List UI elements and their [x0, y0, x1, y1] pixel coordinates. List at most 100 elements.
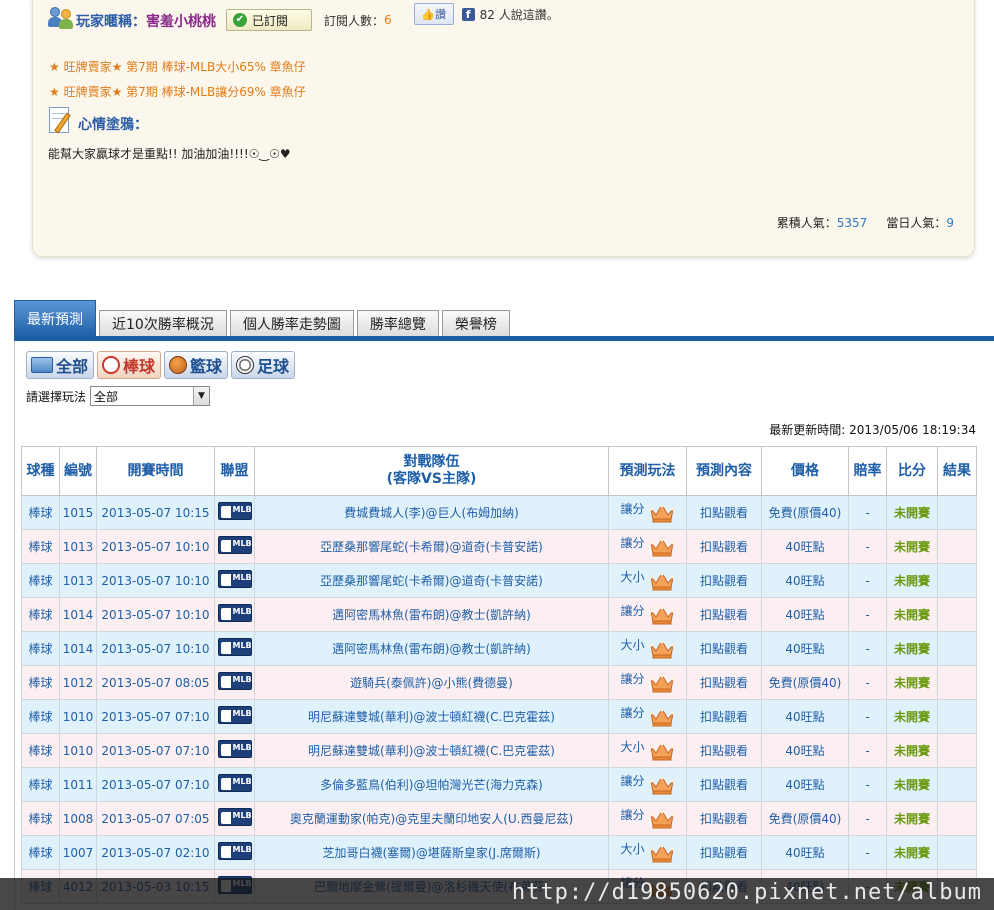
table-row: 棒球10072013-05-07 02:10 芝加哥白襪(塞爾)@堪薩斯皇家(J.… — [21, 835, 977, 870]
subscriber-count: 6 — [384, 13, 392, 27]
cell-content[interactable]: 扣點觀看 — [686, 835, 762, 870]
header-match-line1: 對戰隊伍 — [403, 454, 460, 470]
cell-match[interactable]: 奧克蘭運動家(帕克)@克里夫蘭印地安人(U.西曼尼茲) — [254, 801, 609, 836]
cell-result — [937, 495, 977, 530]
cell-content[interactable]: 扣點觀看 — [686, 767, 762, 802]
tab-latest-predictions[interactable]: 最新預測 — [14, 300, 96, 337]
nickname[interactable]: 害羞小桃桃 — [146, 11, 216, 31]
cell-content[interactable]: 扣點觀看 — [686, 631, 762, 666]
cell-league — [214, 665, 255, 700]
table-row: 棒球10122013-05-07 08:05 遊騎兵(泰佩許)@小熊(費德曼) 讓分… — [21, 665, 977, 700]
like-count: 82 人說這讚。 — [479, 7, 559, 22]
cell-odds: - — [848, 631, 887, 666]
tab-recent-10-winrate[interactable]: 近10次勝率概況 — [99, 310, 227, 337]
table-row: 棒球10132013-05-07 10:10 亞歷桑那響尾蛇(卡希爾)@道奇(卡普… — [21, 529, 977, 564]
award-line-2[interactable]: ★ 旺牌賣家★ 第7期 棒球-MLB讓分69% 章魚仔 — [49, 83, 306, 100]
mlb-logo-icon — [217, 672, 252, 690]
cell-league — [214, 631, 255, 666]
nickname-label: 玩家暱稱： — [76, 14, 146, 30]
cell-sport: 棒球 — [21, 801, 60, 836]
award-line-1[interactable]: ★ 旺牌賣家★ 第7期 棒球-MLB大小65% 章魚仔 — [49, 58, 306, 75]
cell-sport: 棒球 — [21, 495, 60, 530]
cell-id: 1008 — [59, 801, 97, 836]
sport-basketball-button[interactable]: 籃球 — [164, 351, 229, 379]
sport-baseball-button[interactable]: 棒球 — [97, 351, 162, 379]
like-button[interactable]: 👍 讚 — [413, 3, 454, 25]
cell-match[interactable]: 芝加哥白襪(塞爾)@堪薩斯皇家(J.席爾斯) — [254, 835, 609, 870]
table-row: 棒球10132013-05-07 10:10 亞歷桑那響尾蛇(卡希爾)@道奇(卡普… — [21, 563, 977, 598]
cell-league — [214, 801, 255, 836]
cell-match[interactable]: 遊騎兵(泰佩許)@小熊(費德曼) — [254, 665, 609, 700]
cell-odds: - — [848, 597, 887, 632]
cell-start-time: 2013-05-07 10:10 — [96, 529, 215, 564]
cell-id: 1013 — [59, 563, 97, 598]
sport-filter: 全部 棒球 籃球 足球 — [26, 351, 298, 379]
table-row: 棒球10112013-05-07 07:10 多倫多藍鳥(伯利)@坦帕灣光芒(海力… — [21, 767, 977, 802]
cell-league — [214, 529, 255, 564]
cell-match[interactable]: 邁阿密馬林魚(雷布朗)@教士(凱許納) — [254, 631, 609, 666]
cell-league — [214, 733, 255, 768]
play-type-select[interactable]: 全部 ▼ — [90, 386, 211, 406]
cell-score: 未開賽 — [886, 529, 938, 564]
cell-match[interactable]: 亞歷桑那響尾蛇(卡希爾)@道奇(卡普安諾) — [254, 529, 609, 564]
cell-content[interactable]: 扣點觀看 — [686, 733, 762, 768]
total-pop: 5357 — [836, 216, 868, 230]
cell-odds: - — [848, 665, 887, 700]
cell-content[interactable]: 扣點觀看 — [686, 597, 762, 632]
cell-content[interactable]: 扣點觀看 — [686, 699, 762, 734]
mlb-logo-icon — [217, 536, 252, 554]
cell-result — [937, 733, 977, 768]
cell-match[interactable]: 亞歷桑那響尾蛇(卡希爾)@道奇(卡普安諾) — [254, 563, 609, 598]
sport-soccer-button[interactable]: 足球 — [231, 351, 296, 379]
daily-pop-label: 當日人氣： — [886, 216, 947, 230]
basketball-icon — [169, 356, 188, 374]
cell-result — [937, 767, 977, 802]
header-match-line2: (客隊VS主隊) — [386, 471, 477, 487]
cell-play-type: 大小 — [608, 563, 687, 598]
cell-id: 1014 — [59, 631, 97, 666]
baseball-icon — [102, 356, 121, 374]
play-type-text: 大小 — [620, 842, 645, 856]
cell-price: 免費(原價40) — [761, 495, 849, 530]
cell-match[interactable]: 費城費城人(李)@巨人(布姆加納) — [254, 495, 609, 530]
cell-sport: 棒球 — [21, 767, 60, 802]
sport-all-button[interactable]: 全部 — [26, 351, 95, 379]
cell-content[interactable]: 扣點觀看 — [686, 665, 762, 700]
cell-match[interactable]: 明尼蘇達雙城(華利)@波士頓紅襪(C.巴克霍茲) — [254, 699, 609, 734]
crown-icon — [649, 537, 675, 557]
cell-content[interactable]: 扣點觀看 — [686, 801, 762, 836]
crown-icon — [649, 605, 675, 625]
play-type-text: 讓分 — [620, 706, 645, 720]
cell-content[interactable]: 扣點觀看 — [686, 529, 762, 564]
cell-content[interactable]: 扣點觀看 — [686, 563, 762, 598]
header-price: 價格 — [761, 446, 849, 496]
predictions-table: 球種 編號 開賽時間 聯盟 對戰隊伍 (客隊VS主隊) 預測玩法 預測內容 價格 … — [21, 446, 977, 904]
cell-play-type: 讓分 — [608, 801, 687, 836]
play-type-text: 大小 — [620, 570, 645, 584]
predictions-body: 棒球10152013-05-07 10:15費城費城人(李)@巨人(布姆加納)讓… — [21, 495, 977, 904]
subscribe-button[interactable]: ✔ 已訂閱 — [226, 9, 312, 31]
tab-winrate-trend[interactable]: 個人勝率走勢圖 — [229, 310, 354, 337]
cell-id: 1010 — [59, 699, 97, 734]
cell-result — [937, 665, 977, 700]
cell-score: 未開賽 — [886, 563, 938, 598]
dropdown-arrow-icon: ▼ — [193, 387, 210, 405]
play-type-text: 大小 — [620, 740, 645, 754]
play-type-text: 讓分 — [620, 502, 645, 516]
tab-honor-board[interactable]: 榮譽榜 — [441, 310, 510, 337]
tab-winrate-overview[interactable]: 勝率總覽 — [356, 310, 439, 337]
cell-match[interactable]: 明尼蘇達雙城(華利)@波士頓紅襪(C.巴克霍茲) — [254, 733, 609, 768]
cell-match[interactable]: 邁阿密馬林魚(雷布朗)@教士(凱許納) — [254, 597, 609, 632]
mlb-logo-icon — [217, 570, 252, 588]
cell-start-time: 2013-05-07 10:10 — [96, 563, 215, 598]
cell-id: 1010 — [59, 733, 97, 768]
cell-content[interactable]: 扣點觀看 — [686, 495, 762, 530]
total-pop-label: 累積人氣： — [776, 216, 837, 230]
mlb-logo-icon — [217, 604, 252, 622]
cell-play-type: 大小 — [608, 835, 687, 870]
cell-sport: 棒球 — [21, 699, 60, 734]
mlb-logo-icon — [217, 502, 252, 520]
cell-match[interactable]: 多倫多藍鳥(伯利)@坦帕灣光芒(海力克森) — [254, 767, 609, 802]
cell-odds: - — [848, 801, 887, 836]
play-filter-row: 請選擇玩法 全部 ▼ — [26, 386, 211, 406]
